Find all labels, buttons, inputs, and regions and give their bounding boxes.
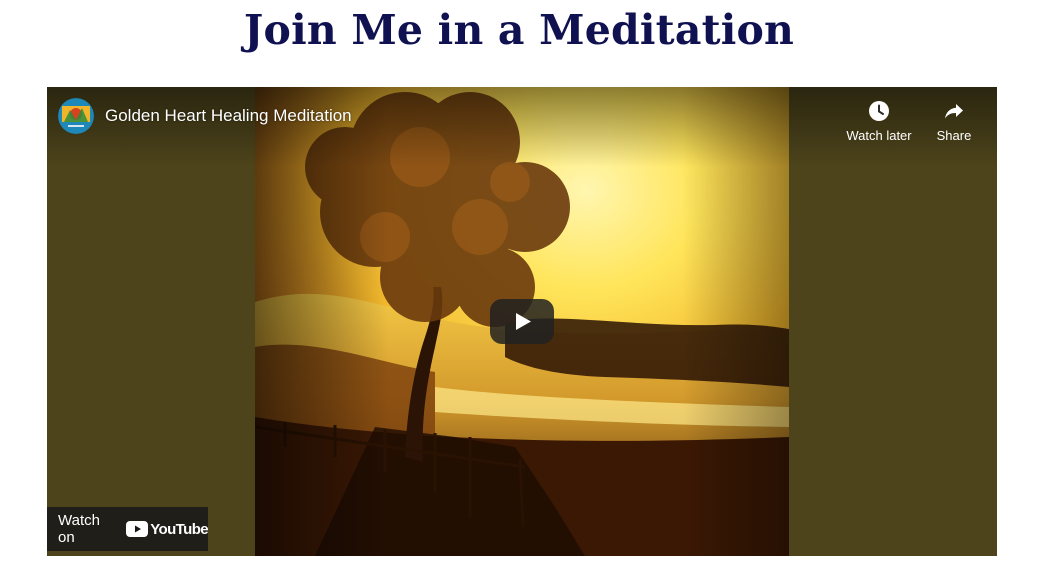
share-label: Share [936,128,972,143]
page-title: Join Me in a Meditation [243,6,795,54]
channel-avatar[interactable] [58,98,94,134]
share-button[interactable]: Share [931,99,977,143]
watch-on-label: Watch on [58,512,100,546]
watch-on-youtube-button[interactable]: Watch on YouTube [47,507,209,551]
youtube-logo-icon [126,521,149,537]
play-icon [490,299,554,344]
play-button[interactable] [490,299,554,344]
page: Join Me in a Meditation Golden Heart Hea… [0,0,1038,587]
youtube-logo: YouTube [126,520,209,538]
youtube-wordmark: YouTube [150,520,208,538]
share-arrow-icon [945,104,963,119]
channel-avatar-icon [58,98,94,134]
video-title[interactable]: Golden Heart Healing Meditation [105,106,352,126]
watch-later-button[interactable]: Watch later [843,99,915,143]
clock-icon [869,101,889,121]
youtube-embed-player[interactable]: Golden Heart Healing Meditation Watch la… [47,87,997,556]
watch-later-label: Watch later [846,128,912,143]
